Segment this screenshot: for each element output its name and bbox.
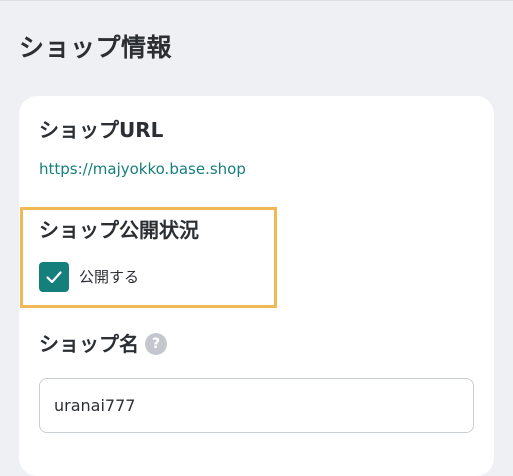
- shop-url-link[interactable]: https://majyokko.base.shop: [39, 158, 246, 180]
- top-divider: [0, 0, 513, 1]
- publish-status-label: ショップ公開状況: [39, 218, 199, 242]
- shop-url-label: ショップURL: [39, 118, 164, 142]
- publish-checkbox-row[interactable]: 公開する: [39, 262, 139, 292]
- publish-checkbox-label: 公開する: [79, 268, 140, 286]
- page-title: ショップ情報: [19, 33, 173, 62]
- shop-name-header: ショップ名 ?: [39, 330, 167, 358]
- check-icon: [46, 271, 62, 284]
- shop-info-card: ショップURL https://majyokko.base.shop ショップ公…: [19, 96, 494, 476]
- question-circle-icon[interactable]: ?: [145, 333, 167, 355]
- shop-name-input[interactable]: [39, 378, 474, 433]
- shop-name-label: ショップ名: [39, 332, 139, 356]
- publish-checkbox[interactable]: [39, 262, 69, 292]
